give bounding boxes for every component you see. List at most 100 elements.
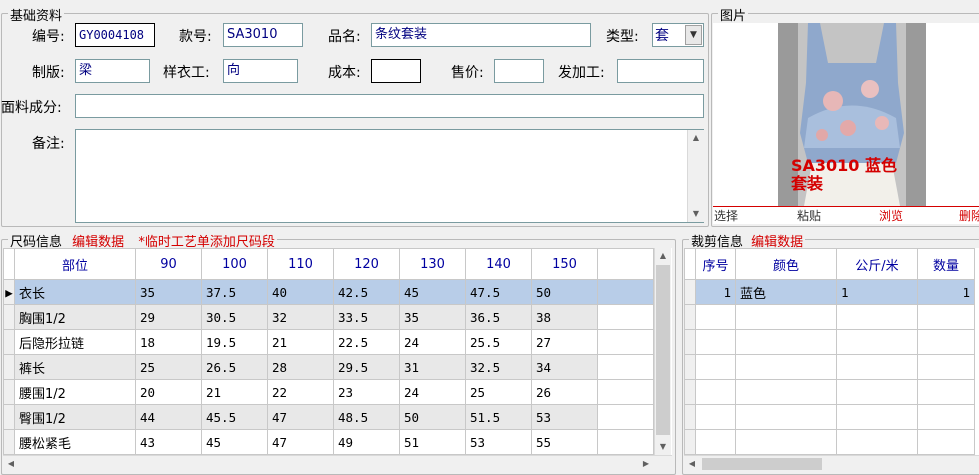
photo-select-link[interactable]: 选择 bbox=[714, 207, 738, 224]
table-cell[interactable]: 21 bbox=[201, 379, 268, 405]
table-cell[interactable]: 36.5 bbox=[465, 304, 532, 330]
scroll-up-icon[interactable]: ▲ bbox=[655, 248, 671, 264]
table-cell[interactable]: 51 bbox=[399, 429, 466, 455]
table-cell[interactable] bbox=[836, 329, 918, 355]
remark-field[interactable] bbox=[75, 129, 704, 223]
table-cell[interactable]: 30.5 bbox=[201, 304, 268, 330]
table-cell[interactable]: 47 bbox=[267, 404, 334, 430]
table-cell[interactable]: 50 bbox=[399, 404, 466, 430]
table-row[interactable] bbox=[684, 429, 975, 455]
cost-field[interactable] bbox=[371, 59, 421, 83]
column-header[interactable]: 150 bbox=[531, 248, 598, 280]
table-row[interactable]: 1 蓝色 1 1 bbox=[684, 279, 975, 305]
table-cell[interactable]: 25.5 bbox=[465, 329, 532, 355]
table-cell[interactable]: 臀围1/2 bbox=[14, 404, 136, 430]
table-cell[interactable]: 47.5 bbox=[465, 279, 532, 305]
table-cell[interactable]: 51.5 bbox=[465, 404, 532, 430]
table-cell[interactable]: 42.5 bbox=[333, 279, 400, 305]
table-row[interactable] bbox=[684, 379, 975, 405]
column-header[interactable]: 序号 bbox=[695, 248, 736, 280]
table-cell[interactable]: 43 bbox=[135, 429, 202, 455]
table-cell[interactable] bbox=[695, 404, 736, 430]
table-row[interactable] bbox=[684, 404, 975, 430]
table-cell[interactable]: 47 bbox=[267, 429, 334, 455]
column-header[interactable]: 130 bbox=[399, 248, 466, 280]
table-cell[interactable]: 22 bbox=[267, 379, 334, 405]
table-cell[interactable] bbox=[836, 429, 918, 455]
photo-delete-link[interactable]: 删除 bbox=[959, 207, 979, 224]
plate-field[interactable]: 梁 bbox=[75, 59, 150, 83]
table-row[interactable] bbox=[684, 304, 975, 330]
table-cell[interactable] bbox=[917, 379, 975, 405]
remark-scrollbar[interactable]: ▲ ▼ bbox=[687, 130, 704, 222]
table-cell[interactable] bbox=[836, 304, 918, 330]
table-cell[interactable] bbox=[735, 354, 837, 380]
table-cell[interactable]: 49 bbox=[333, 429, 400, 455]
table-row[interactable]: 后隐形拉链 18 19.5 21 22.5 24 25.5 27 bbox=[3, 329, 654, 355]
process-field[interactable] bbox=[617, 59, 704, 83]
column-header[interactable]: 公斤/米 bbox=[836, 248, 918, 280]
table-row[interactable]: 裤长 25 26.5 28 29.5 31 32.5 34 bbox=[3, 354, 654, 380]
scroll-left-icon[interactable]: ◀ bbox=[684, 456, 700, 471]
table-cell[interactable] bbox=[917, 354, 975, 380]
table-cell[interactable] bbox=[735, 329, 837, 355]
table-cell[interactable]: 40 bbox=[267, 279, 334, 305]
scroll-down-icon[interactable]: ▼ bbox=[688, 206, 704, 222]
table-cell[interactable] bbox=[735, 379, 837, 405]
cut-hscrollbar[interactable]: ◀ bbox=[684, 455, 979, 471]
name-field[interactable]: 条纹套装 bbox=[371, 23, 591, 47]
table-cell[interactable]: 1 bbox=[917, 279, 975, 305]
scroll-thumb[interactable] bbox=[656, 265, 670, 435]
fabric-field[interactable] bbox=[75, 94, 704, 118]
table-cell[interactable]: 53 bbox=[531, 404, 598, 430]
table-cell[interactable]: 1 bbox=[836, 279, 918, 305]
table-cell[interactable]: 35 bbox=[135, 279, 202, 305]
table-cell[interactable]: 18 bbox=[135, 329, 202, 355]
table-cell[interactable]: 24 bbox=[399, 379, 466, 405]
table-row[interactable]: ▶ 衣长 35 37.5 40 42.5 45 47.5 50 bbox=[3, 279, 654, 305]
table-row[interactable]: 腰围1/2 20 21 22 23 24 25 26 bbox=[3, 379, 654, 405]
code-field[interactable]: GY0004108 bbox=[75, 23, 155, 47]
table-cell[interactable]: 34 bbox=[531, 354, 598, 380]
table-cell[interactable]: 38 bbox=[531, 304, 598, 330]
table-cell[interactable]: 蓝色 bbox=[735, 279, 837, 305]
table-cell[interactable]: 32 bbox=[267, 304, 334, 330]
table-row[interactable]: 胸围1/2 29 30.5 32 33.5 35 36.5 38 bbox=[3, 304, 654, 330]
scroll-up-icon[interactable]: ▲ bbox=[688, 130, 704, 146]
table-cell[interactable]: 37.5 bbox=[201, 279, 268, 305]
photo-browse-link[interactable]: 浏览 bbox=[879, 207, 903, 224]
table-cell[interactable]: 24 bbox=[399, 329, 466, 355]
table-cell[interactable] bbox=[735, 429, 837, 455]
column-header[interactable]: 数量 bbox=[917, 248, 975, 280]
table-cell[interactable]: 23 bbox=[333, 379, 400, 405]
table-cell[interactable]: 35 bbox=[399, 304, 466, 330]
table-cell[interactable] bbox=[695, 429, 736, 455]
table-cell[interactable]: 衣长 bbox=[14, 279, 136, 305]
table-cell[interactable] bbox=[695, 354, 736, 380]
table-row[interactable]: 臀围1/2 44 45.5 47 48.5 50 51.5 53 bbox=[3, 404, 654, 430]
table-cell[interactable]: 后隐形拉链 bbox=[14, 329, 136, 355]
scroll-right-icon[interactable]: ▶ bbox=[638, 456, 654, 471]
table-cell[interactable]: 腰松紧毛 bbox=[14, 429, 136, 455]
table-cell[interactable] bbox=[917, 304, 975, 330]
table-cell[interactable]: 45 bbox=[399, 279, 466, 305]
column-header[interactable]: 90 bbox=[135, 248, 202, 280]
table-cell[interactable]: 29 bbox=[135, 304, 202, 330]
table-cell[interactable] bbox=[836, 404, 918, 430]
table-cell[interactable]: 21 bbox=[267, 329, 334, 355]
table-row[interactable]: 腰松紧毛 43 45 47 49 51 53 55 bbox=[3, 429, 654, 455]
column-header[interactable]: 100 bbox=[201, 248, 268, 280]
table-cell[interactable]: 26.5 bbox=[201, 354, 268, 380]
table-cell[interactable]: 55 bbox=[531, 429, 598, 455]
table-cell[interactable]: 1 bbox=[695, 279, 736, 305]
table-cell[interactable]: 19.5 bbox=[201, 329, 268, 355]
table-cell[interactable]: 33.5 bbox=[333, 304, 400, 330]
table-cell[interactable]: 25 bbox=[465, 379, 532, 405]
sample-worker-field[interactable]: 向 bbox=[223, 59, 298, 83]
table-cell[interactable]: 44 bbox=[135, 404, 202, 430]
table-row[interactable] bbox=[684, 354, 975, 380]
table-cell[interactable]: 25 bbox=[135, 354, 202, 380]
photo-paste-link[interactable]: 粘贴 bbox=[797, 207, 821, 224]
table-cell[interactable] bbox=[695, 304, 736, 330]
table-cell[interactable] bbox=[836, 354, 918, 380]
